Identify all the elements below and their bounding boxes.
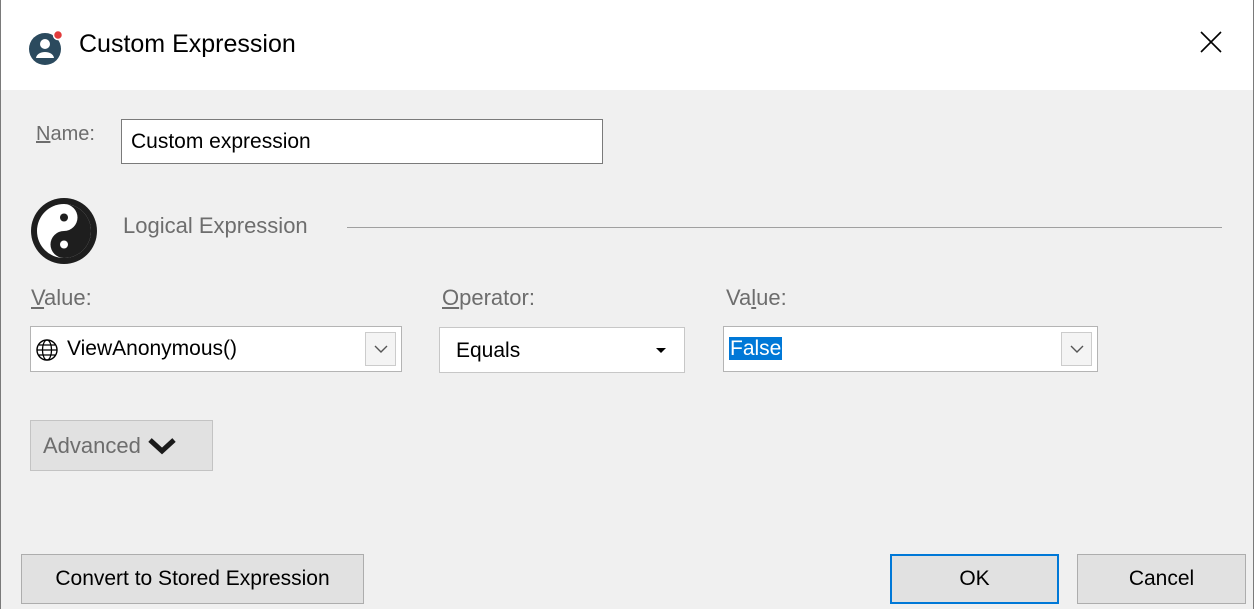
ok-button[interactable]: OK	[890, 554, 1059, 604]
left-value-combo[interactable]: ViewAnonymous()	[30, 326, 402, 372]
user-badge-icon	[29, 30, 64, 65]
chevron-down-icon	[1070, 345, 1083, 353]
window-title: Custom Expression	[79, 30, 296, 58]
name-label: Name:	[36, 123, 95, 145]
logical-expression-heading: Logical Expression	[123, 213, 308, 238]
section-divider	[347, 227, 1222, 228]
dropdown-arrow-icon	[656, 348, 666, 353]
advanced-label: Advanced	[43, 432, 141, 458]
chevron-down-icon	[148, 437, 176, 454]
advanced-toggle-button[interactable]: Advanced	[30, 420, 213, 471]
right-value-dropdown-button[interactable]	[1061, 332, 1092, 366]
right-value-text[interactable]: False	[729, 337, 783, 360]
left-value-label: Value:	[31, 285, 92, 310]
close-icon	[1200, 31, 1222, 53]
yin-yang-icon	[31, 198, 97, 264]
operator-text: Equals	[456, 339, 521, 362]
left-value-dropdown-button[interactable]	[365, 332, 396, 366]
left-value-text: ViewAnonymous()	[67, 337, 238, 360]
right-value-label: Value:	[726, 285, 787, 310]
title-bar: Custom Expression	[1, 0, 1253, 90]
operator-select[interactable]: Equals	[439, 327, 685, 373]
custom-expression-dialog: Custom Expression Name: Logical Expressi…	[0, 0, 1254, 609]
globe-icon	[36, 339, 58, 361]
right-value-combo[interactable]: False	[723, 326, 1098, 372]
cancel-button[interactable]: Cancel	[1077, 554, 1246, 604]
close-button[interactable]	[1191, 22, 1231, 62]
convert-to-stored-expression-button[interactable]: Convert to Stored Expression	[21, 554, 364, 604]
name-input[interactable]	[121, 119, 603, 164]
operator-label: Operator:	[442, 285, 535, 310]
chevron-down-icon	[374, 345, 387, 353]
